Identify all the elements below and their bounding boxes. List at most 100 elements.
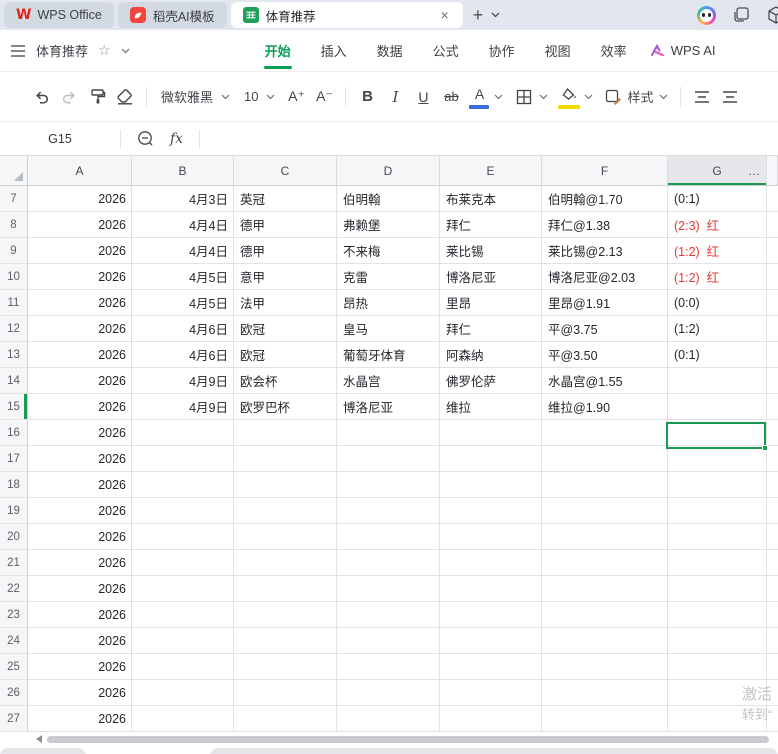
cell-e[interactable] [440,680,542,706]
cell-c[interactable]: 法甲 [234,290,337,316]
cell-d[interactable] [337,524,440,550]
cell-a[interactable]: 2026 [28,602,132,628]
column-header-c[interactable]: C [234,156,337,186]
cell-f[interactable]: 拜仁@1.38 [542,212,668,238]
cell-a[interactable]: 2026 [28,706,132,732]
cell-d[interactable] [337,576,440,602]
cell-e[interactable]: 布莱克本 [440,186,542,212]
cell-g[interactable] [668,446,767,472]
cell-g[interactable] [668,472,767,498]
cell-f[interactable] [542,654,668,680]
cell-g[interactable] [668,524,767,550]
cell-d[interactable] [337,654,440,680]
cell-g[interactable]: (0:1) [668,342,767,368]
cell-e[interactable] [440,628,542,654]
cell-e[interactable] [440,446,542,472]
cell-g[interactable] [668,498,767,524]
align-top-button[interactable] [689,82,715,112]
cell-g[interactable]: (1:2) 红 [668,238,767,264]
cell-e[interactable]: 维拉 [440,394,542,420]
cell-d[interactable] [337,706,440,732]
cell-g[interactable] [668,420,767,446]
cell-b[interactable]: 4月6日 [132,342,234,368]
cell-c[interactable] [234,550,337,576]
cell-b[interactable] [132,576,234,602]
cell-f[interactable]: 平@3.50 [542,342,668,368]
row-number[interactable]: 26 [0,680,28,706]
cell-b[interactable] [132,420,234,446]
select-all-corner[interactable] [0,156,28,186]
cell-c[interactable] [234,498,337,524]
row-number[interactable]: 15 [0,394,28,420]
cell-g[interactable] [668,628,767,654]
cell-a[interactable]: 2026 [28,238,132,264]
cell-c[interactable] [234,446,337,472]
row-number[interactable]: 24 [0,628,28,654]
increase-font-button[interactable]: A⁺ [283,82,309,112]
cell-d[interactable]: 克雷 [337,264,440,290]
cell-partial[interactable] [767,550,778,576]
cell-a[interactable]: 2026 [28,316,132,342]
cell-g[interactable]: (2:3) 红 [668,212,767,238]
cell-b[interactable] [132,524,234,550]
cell-f[interactable]: 里昂@1.91 [542,290,668,316]
cell-f[interactable] [542,628,668,654]
bold-button[interactable]: B [354,82,380,112]
cell-f[interactable] [542,602,668,628]
cell-e[interactable]: 博洛尼亚 [440,264,542,290]
font-family-select[interactable]: 微软雅黑 [155,82,236,112]
cell-a[interactable]: 2026 [28,420,132,446]
cell-b[interactable]: 4月4日 [132,212,234,238]
cell-c[interactable] [234,680,337,706]
cell-a[interactable]: 2026 [28,264,132,290]
cell-a[interactable]: 2026 [28,212,132,238]
cell-c[interactable]: 英冠 [234,186,337,212]
cell-b[interactable] [132,446,234,472]
cell-c[interactable]: 欧会杯 [234,368,337,394]
ai-assistant-icon[interactable] [697,5,716,25]
cell-e[interactable] [440,420,542,446]
cell-d[interactable]: 弗赖堡 [337,212,440,238]
cell-g[interactable]: (1:2) 红 [668,264,767,290]
cell-g[interactable] [668,576,767,602]
cell-c[interactable] [234,628,337,654]
cell-c[interactable] [234,472,337,498]
menu-item-home[interactable]: 开始 [250,30,306,72]
cell-partial[interactable] [767,524,778,550]
cell-f[interactable]: 伯明翰@1.70 [542,186,668,212]
font-color-chevron-icon[interactable] [494,94,503,100]
cell-d[interactable] [337,420,440,446]
cell-b[interactable] [132,654,234,680]
cell-b[interactable] [132,498,234,524]
cell-a[interactable]: 2026 [28,576,132,602]
cell-e[interactable] [440,498,542,524]
menu-item-data[interactable]: 数据 [362,30,418,72]
cell-partial[interactable] [767,446,778,472]
new-tab-button[interactable]: + [467,6,490,24]
cell-f[interactable] [542,420,668,446]
cell-partial[interactable] [767,212,778,238]
cell-b[interactable]: 4月9日 [132,394,234,420]
cell-a[interactable]: 2026 [28,550,132,576]
more-columns-indicator[interactable]: … [748,156,761,186]
cell-b[interactable] [132,628,234,654]
app-box-icon[interactable] [766,5,778,25]
menu-item-efficiency[interactable]: 效率 [586,30,642,72]
cell-f[interactable] [542,446,668,472]
cell-styles-button[interactable]: 样式 [605,87,667,106]
cell-a[interactable]: 2026 [28,472,132,498]
menu-item-wps-ai[interactable]: WPS AI [642,43,715,58]
scrollbar-thumb[interactable] [47,735,769,743]
cell-b[interactable]: 4月6日 [132,316,234,342]
cell-c[interactable]: 欧冠 [234,316,337,342]
formula-input[interactable] [200,122,778,155]
cell-c[interactable] [234,524,337,550]
underline-button[interactable]: U [410,82,436,112]
row-number[interactable]: 11 [0,290,28,316]
cell-a[interactable]: 2026 [28,654,132,680]
cell-e[interactable] [440,550,542,576]
cell-e[interactable] [440,602,542,628]
cell-d[interactable] [337,628,440,654]
cell-d[interactable]: 皇马 [337,316,440,342]
cell-e[interactable] [440,706,542,732]
